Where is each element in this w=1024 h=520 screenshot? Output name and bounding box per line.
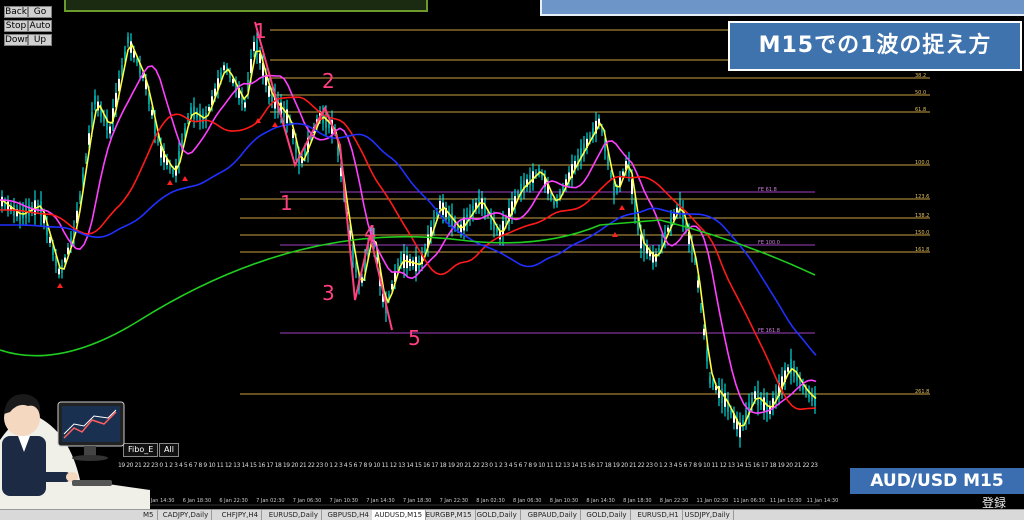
date-tick: 6 Jan 22:30 bbox=[219, 498, 247, 504]
up-button[interactable]: Up bbox=[28, 34, 52, 46]
fib-label: 61.8 bbox=[915, 107, 926, 113]
candle-body bbox=[157, 138, 159, 143]
candle-body bbox=[109, 126, 111, 134]
fib-label: 161.8 bbox=[915, 247, 929, 253]
candle-body bbox=[706, 350, 708, 362]
date-tick: 8 Jan 22:30 bbox=[660, 498, 688, 504]
fib-label: 38.2 bbox=[915, 73, 926, 79]
date-tick: 7 Jan 06:30 bbox=[293, 498, 321, 504]
wave-number: 1 bbox=[280, 191, 293, 215]
candle-body bbox=[709, 376, 711, 384]
signal-arrow bbox=[57, 283, 63, 288]
candle-body bbox=[637, 223, 639, 231]
fib-label: 150.0 bbox=[915, 230, 929, 236]
hour-ticks: 19 20 21 22 23 0 1 2 3 4 5 6 7 8 9 10 11… bbox=[118, 462, 818, 469]
candle-body bbox=[286, 109, 288, 124]
candle-body bbox=[763, 397, 765, 411]
candle-body bbox=[223, 65, 225, 71]
candle-body bbox=[460, 224, 462, 233]
candle-body bbox=[787, 367, 789, 372]
candle-body bbox=[616, 187, 618, 192]
candle-body bbox=[172, 169, 174, 175]
date-tick: 8 Jan 18:30 bbox=[623, 498, 651, 504]
candle-body bbox=[190, 107, 192, 114]
date-tick: 11 Jan 10:30 bbox=[770, 498, 802, 504]
signal-arrow bbox=[619, 205, 625, 210]
chart-tabs-bar: M5 CADJPY,Daily CHFJPY,H4 EURUSD,Daily GBPUS… bbox=[0, 509, 1024, 520]
candle-body bbox=[151, 109, 153, 116]
date-tick: 7 Jan 02:30 bbox=[256, 498, 284, 504]
wave-number: 5 bbox=[408, 326, 421, 350]
fib-label: 138.2 bbox=[915, 213, 929, 219]
handwritten-annotations: 1 2 1 3 4 5 bbox=[254, 19, 421, 350]
candle-body bbox=[700, 305, 702, 311]
signal-arrow bbox=[167, 180, 173, 185]
candle-body bbox=[721, 388, 723, 404]
wave-number: 1 bbox=[254, 19, 267, 43]
signal-arrow bbox=[182, 176, 188, 181]
candle-body bbox=[85, 156, 87, 161]
candle-body bbox=[451, 213, 453, 227]
date-tick: 7 Jan 18:30 bbox=[403, 498, 431, 504]
signal-arrow bbox=[272, 122, 278, 127]
auto-button[interactable]: Auto bbox=[28, 20, 52, 32]
candle-body bbox=[697, 280, 699, 288]
candle-body bbox=[553, 200, 555, 206]
fe-label: FE 161.8 bbox=[758, 328, 780, 334]
top-info-panel bbox=[64, 0, 428, 12]
ma-mid-line bbox=[0, 96, 817, 411]
symbol-badge: AUD/USD M15 bbox=[850, 468, 1024, 494]
fe-label: FE 100.0 bbox=[758, 240, 780, 246]
candle-body bbox=[532, 171, 534, 183]
price-chart[interactable]: 38.2 50.0 61.8 100.0 123.6 138.2 150.0 161.8 261… bbox=[0, 0, 1024, 519]
wave-number: 2 bbox=[322, 69, 335, 93]
fib-label: 100.0 bbox=[915, 160, 929, 166]
date-tick: 8 Jan 06:30 bbox=[513, 498, 541, 504]
date-tick: 8 Jan 10:30 bbox=[550, 498, 578, 504]
down-button[interactable]: Down bbox=[4, 34, 31, 46]
date-tick: 7 Jan 22:30 bbox=[440, 498, 468, 504]
fib-label: 261.8 bbox=[915, 389, 929, 395]
ma-slow-line bbox=[0, 122, 817, 356]
date-tick: 7 Jan 10:30 bbox=[330, 498, 358, 504]
go-button[interactable]: Go bbox=[28, 6, 52, 18]
candle-body bbox=[94, 95, 96, 105]
fibonacci-levels: 38.2 50.0 61.8 100.0 123.6 138.2 150.0 161.8 261… bbox=[240, 29, 930, 395]
lesson-title: M15での1波の捉え方 bbox=[728, 21, 1022, 71]
signal-arrows bbox=[57, 115, 625, 288]
candle-body bbox=[82, 173, 84, 183]
date-tick: 11 Jan 14:30 bbox=[807, 498, 839, 504]
wave-number: 3 bbox=[322, 281, 335, 305]
candle-body bbox=[127, 36, 129, 44]
date-tick: 7 Jan 14:30 bbox=[366, 498, 394, 504]
stop-button[interactable]: Stop bbox=[4, 20, 28, 32]
candle-body bbox=[754, 391, 756, 399]
candle-body bbox=[613, 184, 615, 196]
date-tick: 11 Jan 02:30 bbox=[697, 498, 729, 504]
candle-body bbox=[712, 381, 714, 387]
date-tick: 6 Jan 14:30 bbox=[146, 498, 174, 504]
candle-body bbox=[244, 102, 246, 108]
all-button[interactable]: All bbox=[159, 443, 179, 457]
candle-body bbox=[58, 268, 60, 275]
fib-label: 50.0 bbox=[915, 90, 926, 96]
date-tick: 8 Jan 02:30 bbox=[476, 498, 504, 504]
candle-body bbox=[253, 41, 255, 52]
candle-body bbox=[79, 194, 81, 201]
candle-body bbox=[703, 328, 705, 336]
candle-body bbox=[610, 172, 612, 178]
presenter-avatar bbox=[0, 394, 150, 519]
date-tick: 6 Jan 18:30 bbox=[183, 498, 211, 504]
back-button[interactable]: Back bbox=[4, 6, 28, 18]
candle-body bbox=[502, 220, 504, 236]
fib-label: 123.6 bbox=[915, 194, 929, 200]
candle-body bbox=[439, 200, 441, 210]
date-tick: 8 Jan 14:30 bbox=[586, 498, 614, 504]
ma-fast-line bbox=[0, 65, 817, 414]
date-tick: 11 Jan 06:30 bbox=[733, 498, 765, 504]
wave-number: 4 bbox=[364, 221, 377, 245]
fe-label: FE 61.8 bbox=[758, 187, 777, 193]
top-banner bbox=[540, 0, 1024, 16]
